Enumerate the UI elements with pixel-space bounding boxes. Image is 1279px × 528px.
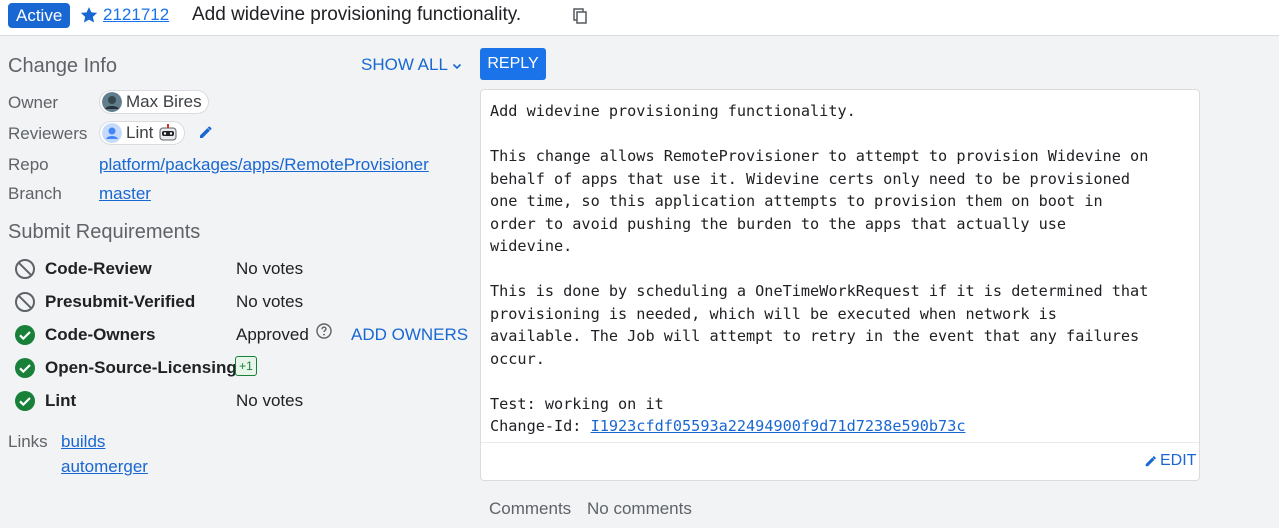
owner-chip[interactable]: Max Bires [99,90,209,114]
requirement-name: Presubmit-Verified [45,292,196,311]
avatar [102,92,122,112]
change-info-title: Change Info [8,55,117,77]
owner-name: Max Bires [126,92,202,111]
divider [481,442,1199,443]
robot-icon [159,124,177,141]
requirement-status: Approved [236,325,309,344]
builds-link[interactable]: builds [61,432,105,452]
edit-reviewers-icon[interactable] [198,124,214,140]
pencil-icon [1145,456,1156,467]
repo-label: Repo [8,155,49,174]
block-icon [15,292,35,312]
help-circle-icon[interactable] [316,323,332,339]
comments-value: No comments [587,499,692,518]
requirement-name: Open-Source-Licensing [45,358,237,377]
requirement-row: Code-Owners Approved ADD OWNERS [14,323,474,347]
submit-requirements-title: Submit Requirements [8,221,201,243]
requirement-status: No votes [236,259,304,278]
change-subject: Add widevine provisioning functionality. [192,4,522,25]
check-circle-icon [15,391,35,411]
requirement-row: Code-Review No votes [14,257,474,281]
requirement-name: Code-Owners [45,325,156,344]
branch-link[interactable]: master [99,184,151,204]
chevron-down-icon [452,63,462,69]
comments-label: Comments [489,499,572,518]
check-circle-icon [15,358,35,378]
check-circle-icon [15,325,35,345]
repo-link[interactable]: platform/packages/apps/RemoteProvisioner [99,155,429,175]
reviewer-chip[interactable]: Lint [99,121,186,145]
requirement-row: Presubmit-Verified No votes [14,290,474,314]
commit-message-body: Add widevine provisioning functionality.… [490,102,1149,413]
block-icon [15,259,35,279]
change-id-link[interactable]: I1923cfdf05593a22494900f9d71d7238e590b73… [591,417,966,435]
edit-label: EDIT [1160,452,1197,469]
user-avatar-icon [102,123,122,143]
change-header: Active 2121712 Add widevine provisioning… [0,0,1279,36]
links-label: Links [8,432,48,451]
requirement-status: No votes [236,292,304,311]
vote-chip[interactable]: +1 [235,356,257,376]
requirement-name: Lint [45,391,77,410]
commit-message-card: Add widevine provisioning functionality.… [480,89,1200,481]
star-icon[interactable] [79,5,99,25]
reviewer-name: Lint [126,123,154,142]
change-id-label: Change-Id: [490,417,591,435]
show-all-button[interactable]: SHOW ALL [361,55,462,75]
edit-button[interactable]: EDIT [1144,452,1196,470]
add-owners-button[interactable]: ADD OWNERS [351,325,468,345]
reviewers-label: Reviewers [8,124,88,143]
requirement-row: Lint No votes [14,389,474,413]
owner-label: Owner [8,93,59,112]
requirement-status: No votes [236,391,304,410]
status-badge: Active [8,3,71,28]
automerger-link[interactable]: automerger [61,457,148,477]
show-all-label: SHOW ALL [361,55,448,74]
requirement-row: Open-Source-Licensing +1 [14,356,474,380]
branch-label: Branch [8,184,62,203]
requirement-name: Code-Review [45,259,152,278]
reply-button[interactable]: REPLY [480,48,546,80]
change-number-link[interactable]: 2121712 [103,5,169,25]
copy-icon[interactable] [573,8,587,24]
commit-message: Add widevine provisioning functionality.… [490,100,1148,438]
